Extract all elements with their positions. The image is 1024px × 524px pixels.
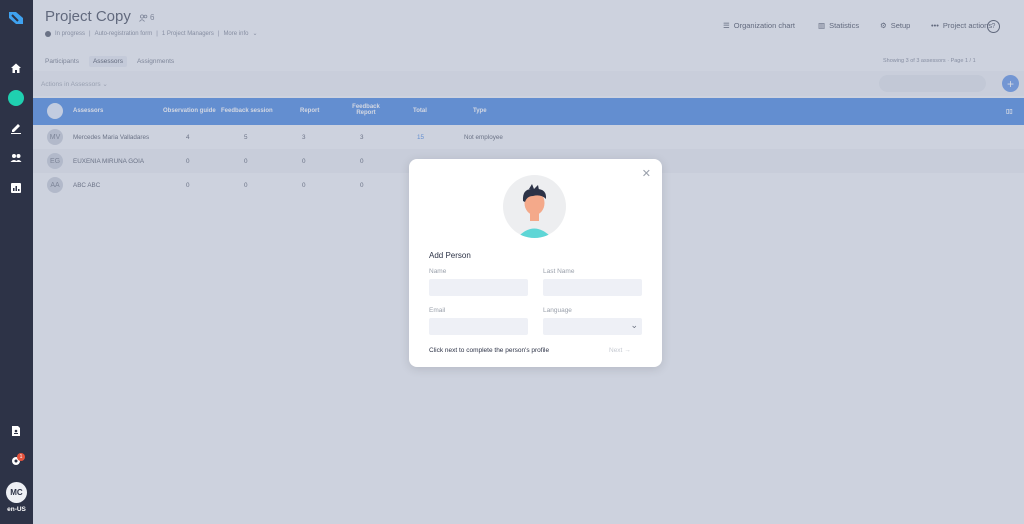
next-button[interactable]: Next → — [609, 347, 631, 354]
name-label: Name — [429, 268, 447, 275]
locale-label[interactable]: en-US — [0, 506, 33, 513]
home-icon[interactable] — [8, 60, 24, 76]
email-field[interactable] — [429, 318, 528, 335]
reports-icon[interactable] — [8, 180, 24, 196]
document-icon[interactable] — [8, 423, 24, 439]
last-name-field[interactable] — [543, 279, 642, 296]
name-field[interactable] — [429, 279, 528, 296]
email-label: Email — [429, 307, 446, 314]
language-label: Language — [543, 307, 572, 314]
projects-active-icon[interactable] — [8, 90, 24, 106]
close-icon[interactable]: ✕ — [642, 167, 651, 180]
modal-hint: Click next to complete the person's prof… — [429, 347, 550, 354]
person-illustration-icon — [503, 175, 566, 238]
language-select[interactable]: ⌄ — [543, 318, 642, 335]
chevron-down-icon: ⌄ — [630, 320, 638, 330]
sidebar: 1 MC en-US — [0, 0, 33, 524]
notification-badge: 1 — [17, 453, 25, 461]
next-label: Next — [609, 347, 623, 354]
modal-title: Add Person — [429, 251, 471, 260]
arrow-right-icon: → — [624, 347, 631, 354]
add-person-modal: ✕ Add Person Name Last Name Email Langua… — [409, 159, 662, 367]
edit-icon[interactable] — [8, 120, 24, 136]
app-logo-icon[interactable] — [7, 9, 25, 27]
user-avatar[interactable]: MC — [6, 482, 27, 503]
last-name-label: Last Name — [543, 268, 575, 275]
people-icon[interactable] — [8, 150, 24, 166]
